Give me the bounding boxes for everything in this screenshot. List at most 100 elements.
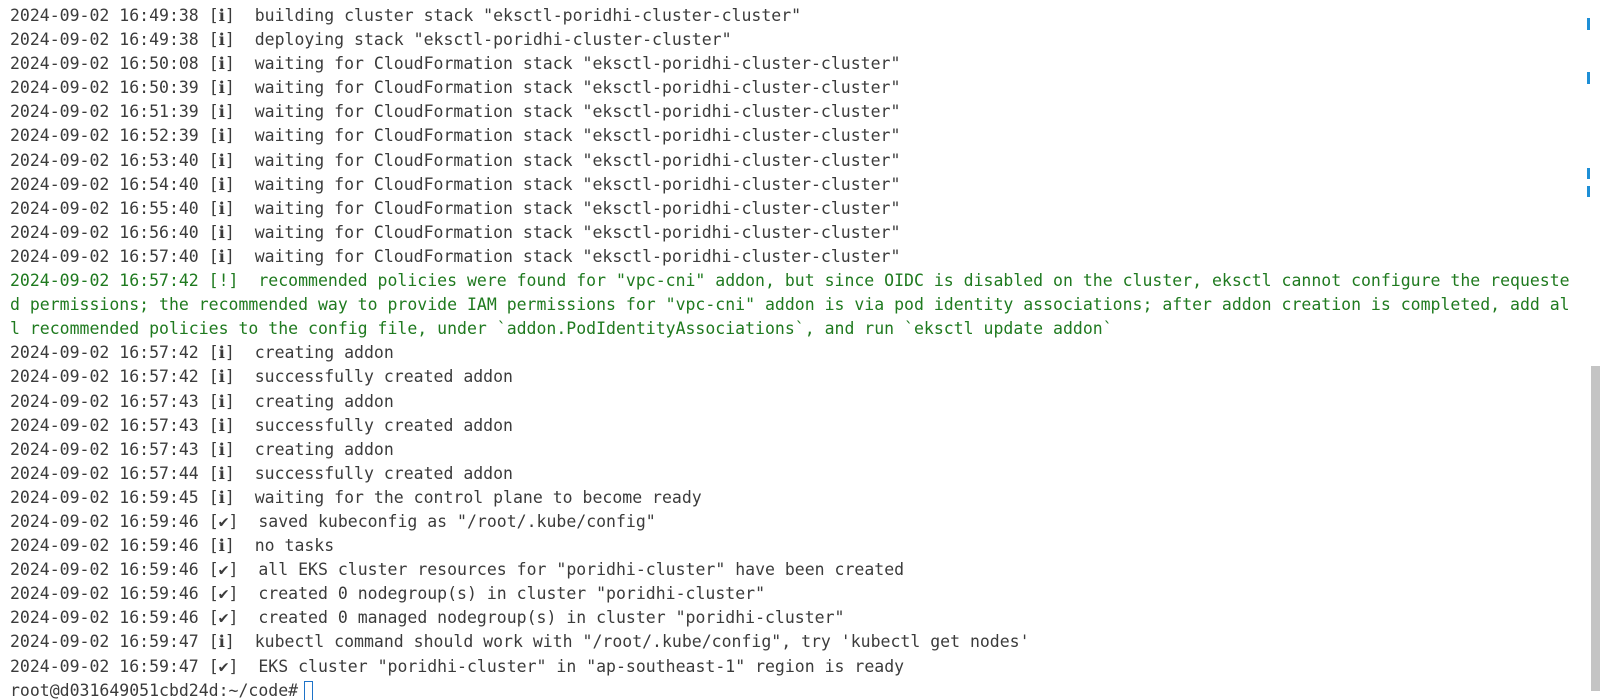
log-message: waiting for CloudFormation stack "eksctl… — [254, 54, 901, 74]
log-level-tag: [✔] — [208, 511, 239, 531]
log-message: successfully created addon — [254, 463, 513, 483]
log-line: 2024-09-02 16:59:46 [✔] created 0 manage… — [10, 606, 1586, 630]
text-cursor[interactable] — [304, 680, 314, 700]
vertical-scrollbar[interactable] — [1590, 0, 1602, 700]
log-timestamp: 2024-09-02 16:59:47 — [10, 632, 199, 652]
log-message: waiting for CloudFormation stack "eksctl… — [254, 174, 901, 194]
log-timestamp: 2024-09-02 16:59:46 — [10, 511, 199, 531]
log-timestamp: 2024-09-02 16:51:39 — [10, 102, 199, 122]
log-message: no tasks — [254, 536, 335, 556]
log-timestamp: 2024-09-02 16:57:44 — [10, 463, 199, 483]
log-message: all EKS cluster resources for "poridhi-c… — [258, 560, 905, 580]
terminal-output: 2024-09-02 16:49:38 [ℹ] building cluster… — [10, 4, 1586, 700]
warning-line: d permissions; the recommended way to pr… — [10, 295, 1570, 315]
log-message: saved kubeconfig as "/root/.kube/config" — [258, 511, 656, 531]
top-cut-off-line: ) — [10, 0, 20, 3]
log-line: 2024-09-02 16:59:47 [✔] EKS cluster "por… — [10, 655, 1586, 679]
log-timestamp: 2024-09-02 16:57:42 — [10, 367, 199, 387]
log-line: 2024-09-02 16:57:43 [ℹ] successfully cre… — [10, 414, 1586, 438]
log-message: waiting for CloudFormation stack "eksctl… — [254, 126, 901, 146]
log-level-tag: [ℹ] — [208, 102, 235, 122]
warning-line: 2024-09-02 16:57:42 [!] recommended poli… — [10, 271, 1570, 291]
log-level-tag: [ℹ] — [208, 367, 235, 387]
log-message: waiting for CloudFormation stack "eksctl… — [254, 198, 901, 218]
log-line: 2024-09-02 16:49:38 [ℹ] deploying stack … — [10, 28, 1586, 52]
log-line: 2024-09-02 16:59:46 [✔] saved kubeconfig… — [10, 510, 1586, 534]
log-message: waiting for the control plane to become … — [254, 487, 702, 507]
log-timestamp: 2024-09-02 16:56:40 — [10, 222, 199, 242]
log-level-tag: [ℹ] — [208, 198, 235, 218]
log-level-tag: [✔] — [208, 608, 239, 628]
log-line: 2024-09-02 16:57:44 [ℹ] successfully cre… — [10, 462, 1586, 486]
log-level-tag: [✔] — [208, 560, 239, 580]
log-timestamp: 2024-09-02 16:50:08 — [10, 54, 199, 74]
log-line: 2024-09-02 16:57:43 [ℹ] creating addon — [10, 390, 1586, 414]
log-level-tag: [ℹ] — [208, 343, 235, 363]
log-level-tag: [ℹ] — [208, 463, 235, 483]
log-message: waiting for CloudFormation stack "eksctl… — [254, 222, 901, 242]
log-timestamp: 2024-09-02 16:50:39 — [10, 78, 199, 98]
log-level-tag: [ℹ] — [208, 487, 235, 507]
warning-line: l recommended policies to the config fil… — [10, 319, 1113, 339]
log-line: 2024-09-02 16:53:40 [ℹ] waiting for Clou… — [10, 149, 1586, 173]
log-level-tag: [ℹ] — [208, 439, 235, 459]
log-line: 2024-09-02 16:59:46 [✔] all EKS cluster … — [10, 558, 1586, 582]
scrollbar-thumb[interactable] — [1591, 366, 1600, 691]
shell-prompt: root@d031649051cbd24d:~/code# — [10, 680, 299, 700]
prompt-line[interactable]: root@d031649051cbd24d:~/code# — [10, 679, 1586, 700]
log-line: 2024-09-02 16:59:47 [ℹ] kubectl command … — [10, 630, 1586, 654]
log-timestamp: 2024-09-02 16:52:39 — [10, 126, 199, 146]
log-timestamp: 2024-09-02 16:49:38 — [10, 30, 199, 50]
log-line: 2024-09-02 16:49:38 [ℹ] building cluster… — [10, 4, 1586, 28]
log-timestamp: 2024-09-02 16:59:45 — [10, 487, 199, 507]
log-lines-after-warning: 2024-09-02 16:57:42 [ℹ] creating addon 20… — [10, 341, 1586, 678]
log-line: 2024-09-02 16:50:39 [ℹ] waiting for Clou… — [10, 76, 1586, 100]
log-line: 2024-09-02 16:51:39 [ℹ] waiting for Clou… — [10, 100, 1586, 124]
log-message: waiting for CloudFormation stack "eksctl… — [254, 246, 901, 266]
log-message: created 0 managed nodegroup(s) in cluste… — [258, 608, 845, 628]
log-message: waiting for CloudFormation stack "eksctl… — [254, 78, 901, 98]
log-line: 2024-09-02 16:59:46 [✔] created 0 nodegr… — [10, 582, 1586, 606]
log-level-tag: [✔] — [208, 584, 239, 604]
log-timestamp: 2024-09-02 16:53:40 — [10, 150, 199, 170]
log-line: 2024-09-02 16:54:40 [ℹ] waiting for Clou… — [10, 173, 1586, 197]
log-level-tag: [ℹ] — [208, 6, 235, 25]
log-timestamp: 2024-09-02 16:55:40 — [10, 198, 199, 218]
log-level-tag: [ℹ] — [208, 415, 235, 435]
log-message: waiting for CloudFormation stack "eksctl… — [254, 150, 901, 170]
log-level-tag: [ℹ] — [208, 246, 235, 266]
log-message: deploying stack "eksctl-poridhi-cluster-… — [254, 30, 732, 50]
log-line: 2024-09-02 16:57:40 [ℹ] waiting for Clou… — [10, 245, 1586, 269]
log-timestamp: 2024-09-02 16:49:38 — [10, 6, 199, 25]
log-timestamp: 2024-09-02 16:57:43 — [10, 391, 199, 411]
log-line: 2024-09-02 16:59:46 [ℹ] no tasks — [10, 534, 1586, 558]
log-lines-before-warning: 2024-09-02 16:49:38 [ℹ] building cluster… — [10, 4, 1586, 269]
log-level-tag: [ℹ] — [208, 391, 235, 411]
log-level-tag: [ℹ] — [208, 30, 235, 50]
log-level-tag: [ℹ] — [208, 78, 235, 98]
log-line: 2024-09-02 16:57:42 [ℹ] successfully cre… — [10, 365, 1586, 389]
log-level-tag: [ℹ] — [208, 536, 235, 556]
log-line: 2024-09-02 16:55:40 [ℹ] waiting for Clou… — [10, 197, 1586, 221]
log-message: creating addon — [254, 343, 394, 363]
log-level-tag: [ℹ] — [208, 174, 235, 194]
log-line: 2024-09-02 16:57:43 [ℹ] creating addon — [10, 438, 1586, 462]
log-timestamp: 2024-09-02 16:57:43 — [10, 415, 199, 435]
log-message: kubectl command should work with "/root/… — [254, 632, 1030, 652]
log-message: building cluster stack "eksctl-poridhi-c… — [254, 6, 802, 25]
log-level-tag: [ℹ] — [208, 126, 235, 146]
log-timestamp: 2024-09-02 16:57:40 — [10, 246, 199, 266]
log-timestamp: 2024-09-02 16:59:46 — [10, 536, 199, 556]
log-message: successfully created addon — [254, 415, 513, 435]
log-timestamp: 2024-09-02 16:57:43 — [10, 439, 199, 459]
log-level-tag: [ℹ] — [208, 54, 235, 74]
terminal-window[interactable]: ) 2024-09-02 16:49:38 [ℹ] building clust… — [0, 0, 1602, 700]
log-message: waiting for CloudFormation stack "eksctl… — [254, 102, 901, 122]
log-timestamp: 2024-09-02 16:54:40 — [10, 174, 199, 194]
log-level-tag: [ℹ] — [208, 222, 235, 242]
log-line: 2024-09-02 16:50:08 [ℹ] waiting for Clou… — [10, 52, 1586, 76]
log-message: successfully created addon — [254, 367, 513, 387]
log-timestamp: 2024-09-02 16:59:47 — [10, 656, 199, 676]
log-line: 2024-09-02 16:57:42 [ℹ] creating addon — [10, 341, 1586, 365]
log-line: 2024-09-02 16:56:40 [ℹ] waiting for Clou… — [10, 221, 1586, 245]
